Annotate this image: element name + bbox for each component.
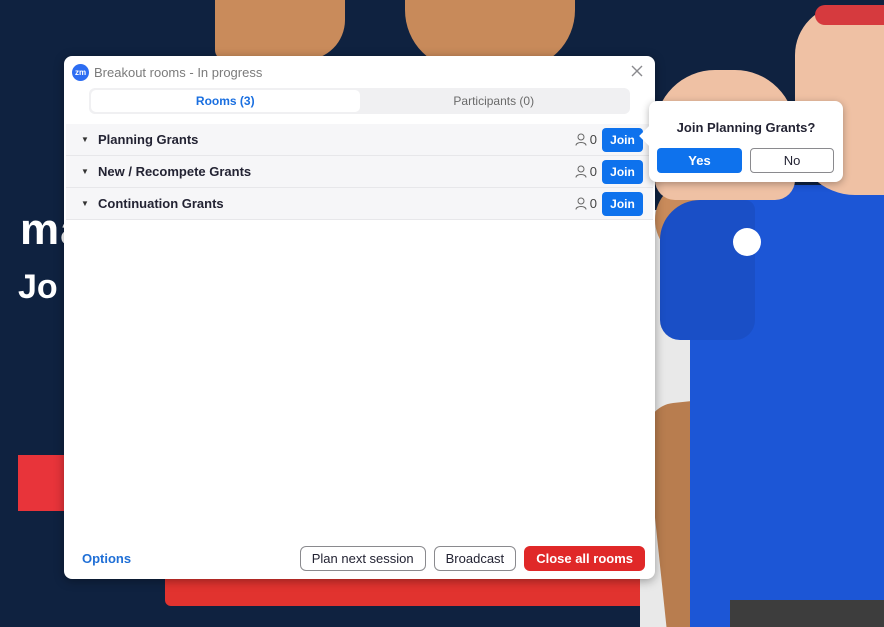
background-woman-badge: [733, 228, 761, 256]
join-button-continuation-grants[interactable]: Join: [602, 192, 643, 216]
room-count-value: 0: [589, 132, 597, 147]
dialog-footer: Options Plan next session Broadcast Clos…: [64, 545, 655, 571]
join-confirmation-popover: Join Planning Grants? Yes No: [649, 101, 843, 182]
options-link[interactable]: Options: [82, 551, 131, 566]
room-participant-count: 0: [575, 164, 597, 179]
room-participant-count: 0: [575, 196, 597, 211]
room-name: New / Recompete Grants: [98, 164, 252, 179]
room-list: ▼ Planning Grants 0 Join ▼ New / Recompe…: [64, 124, 655, 220]
room-name: Continuation Grants: [98, 196, 224, 211]
no-button[interactable]: No: [750, 148, 834, 173]
zoom-logo-icon: zm: [72, 63, 89, 81]
background-text-2: Jo: [18, 268, 58, 306]
room-row-planning-grants[interactable]: ▼ Planning Grants 0 Join: [66, 124, 653, 156]
room-name: Planning Grants: [98, 132, 199, 147]
tab-bar: Rooms (3) Participants (0): [89, 88, 630, 114]
yes-button[interactable]: Yes: [657, 148, 742, 173]
background-woman-hat: [815, 5, 884, 25]
join-button-new-recompete-grants[interactable]: Join: [602, 160, 643, 184]
person-icon: [575, 133, 587, 146]
dialog-title: Breakout rooms - In progress: [94, 64, 263, 80]
plan-next-session-button[interactable]: Plan next session: [299, 545, 426, 571]
footer-buttons: Plan next session Broadcast Close all ro…: [299, 545, 645, 571]
person-icon: [575, 197, 587, 210]
caret-down-icon[interactable]: ▼: [66, 167, 96, 176]
background-woman-belt: [730, 600, 884, 627]
room-participant-count: 0: [575, 132, 597, 147]
broadcast-button[interactable]: Broadcast: [433, 545, 517, 571]
room-count-value: 0: [589, 164, 597, 179]
tab-rooms[interactable]: Rooms (3): [91, 90, 360, 112]
room-row-continuation-grants[interactable]: ▼ Continuation Grants 0 Join: [66, 188, 653, 220]
close-icon[interactable]: [629, 63, 645, 79]
background-figure-arm: [215, 0, 345, 60]
tab-participants[interactable]: Participants (0): [360, 90, 629, 112]
close-all-rooms-button[interactable]: Close all rooms: [524, 545, 645, 571]
join-button-planning-grants[interactable]: Join: [602, 128, 643, 152]
join-confirmation-question: Join Planning Grants?: [676, 120, 816, 135]
dialog-titlebar: zm Breakout rooms - In progress: [64, 56, 655, 88]
breakout-rooms-dialog: zm Breakout rooms - In progress Rooms (3…: [64, 56, 655, 579]
background-woman-sleeve: [660, 200, 755, 340]
caret-down-icon[interactable]: ▼: [66, 199, 96, 208]
caret-down-icon[interactable]: ▼: [66, 135, 96, 144]
person-icon: [575, 165, 587, 178]
room-row-new-recompete-grants[interactable]: ▼ New / Recompete Grants 0 Join: [66, 156, 653, 188]
room-count-value: 0: [589, 196, 597, 211]
